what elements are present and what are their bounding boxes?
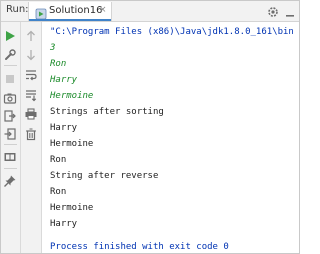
console-line-output: Hermoine — [50, 203, 94, 213]
run-tool-window: Run: Solution16 × "C:\Program Files (x86… — [0, 0, 300, 254]
tab-title: Solution16 — [49, 5, 103, 16]
run-icon[interactable] — [3, 28, 17, 42]
console-line-output: Hermoine — [50, 139, 94, 149]
console-line-output: Ron — [50, 155, 67, 165]
tab-solution16[interactable]: Solution16 × — [28, 2, 112, 21]
console-line-output: String after reverse — [50, 171, 159, 181]
console-line-output: Ron — [50, 187, 67, 197]
toolbar-separator — [4, 65, 17, 66]
toolbar-separator — [4, 144, 17, 145]
minimize-icon[interactable] — [283, 4, 297, 18]
console-line-input: Harry — [50, 75, 78, 85]
close-icon[interactable]: × — [99, 5, 107, 16]
delete-icon[interactable] — [24, 126, 38, 141]
console-line-input: Hermoine — [50, 91, 94, 101]
exit-icon[interactable] — [3, 108, 17, 122]
arrow-down-icon[interactable] — [24, 47, 38, 61]
print-icon[interactable] — [24, 106, 38, 120]
scroll-to-end-icon[interactable] — [24, 87, 38, 102]
left-toolbar — [1, 22, 21, 253]
camera-icon[interactable] — [3, 90, 17, 104]
console-line-input: 3 — [50, 43, 56, 53]
gear-icon[interactable] — [266, 4, 280, 18]
console-line-output: Strings after sorting — [50, 107, 164, 117]
soft-wrap-icon[interactable] — [24, 67, 38, 81]
run-header: Run: Solution16 × — [1, 1, 299, 22]
login-icon[interactable] — [3, 126, 17, 140]
toolbar-separator — [4, 168, 17, 169]
console-toolbar — [21, 22, 42, 253]
layout-icon[interactable] — [3, 149, 17, 163]
console-line-exit-status: Process finished with exit code 0 — [50, 242, 229, 252]
tab-active-indicator — [29, 19, 111, 21]
console-line-output: Harry — [50, 123, 78, 133]
stop-icon[interactable] — [3, 71, 17, 85]
arrow-up-icon[interactable] — [24, 28, 38, 42]
run-label: Run: — [6, 4, 29, 15]
console-line-command: "C:\Program Files (x86)\Java\jdk1.8.0_16… — [50, 27, 294, 37]
wrench-icon[interactable] — [3, 47, 17, 61]
console-output[interactable]: "C:\Program Files (x86)\Java\jdk1.8.0_16… — [42, 22, 299, 253]
console-line-input: Ron — [50, 59, 67, 69]
pin-icon[interactable] — [3, 173, 17, 187]
console-line-output: Harry — [50, 219, 78, 229]
